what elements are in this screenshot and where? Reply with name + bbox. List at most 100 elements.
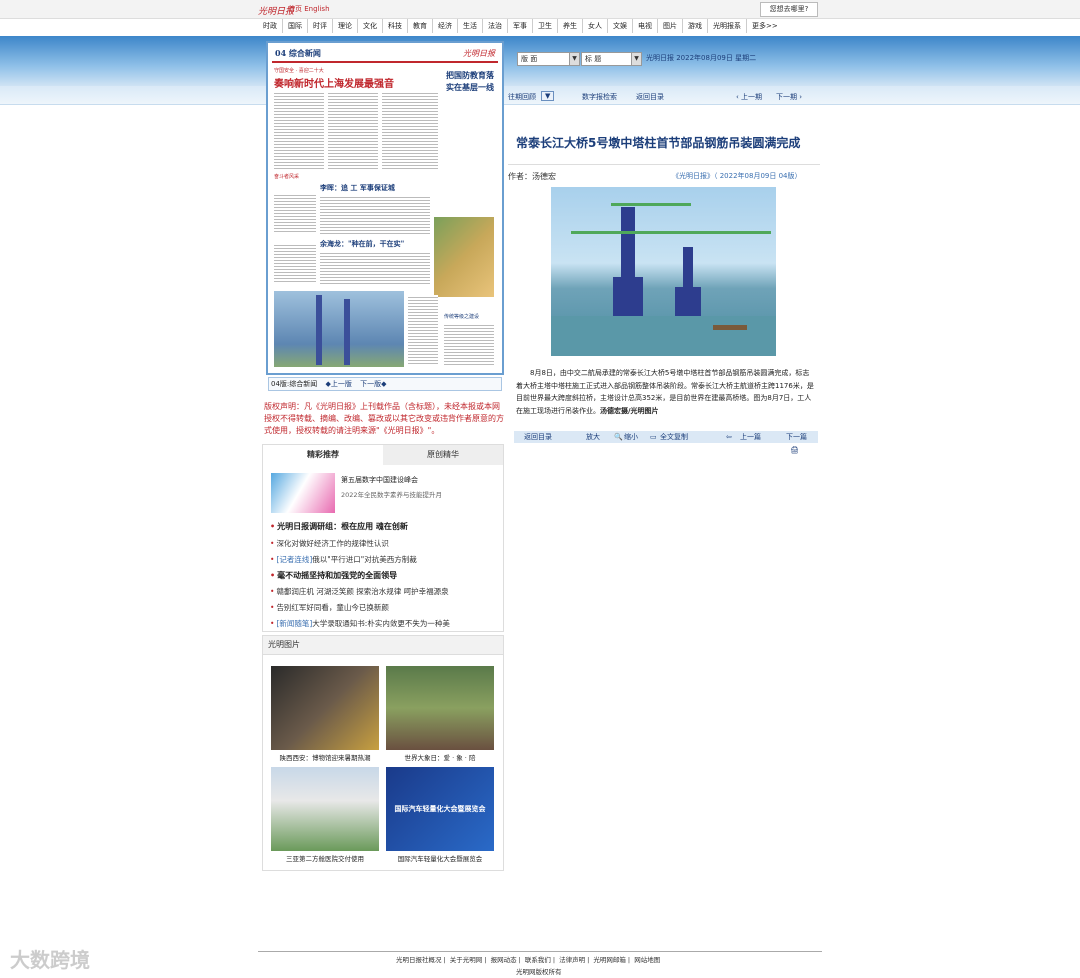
list-item-tag[interactable]: [新闻随笔] <box>276 619 312 628</box>
nav-item[interactable]: 军事 <box>508 19 533 33</box>
list-item-tag[interactable]: [记者连线] <box>276 555 312 564</box>
title-select-value: 标 题 <box>585 55 602 63</box>
photo-thumbnail[interactable]: 国际汽车轻量化大会暨展览会 <box>386 767 494 851</box>
newspaper-masthead: 04 综合新闻 光明日报 <box>272 47 498 63</box>
promo-subtitle: 2022年全民数字素养与技能提升月 <box>341 491 443 499</box>
nav-item[interactable]: 卫生 <box>533 19 558 33</box>
photo-caption[interactable]: 陕西西安：博物馆迎来暑期热潮 <box>271 752 379 762</box>
list-item[interactable]: • [新闻随笔]大学录取通知书:朴实内敛更不失为一种美 <box>270 618 450 629</box>
next-issue-link[interactable]: 下一期 › <box>776 92 802 102</box>
nav-item[interactable]: 时评 <box>308 19 333 33</box>
newspaper-headline-2[interactable]: 李晖：追 工 军事保证城 <box>320 183 395 193</box>
newspaper-page-image[interactable]: 04 综合新闻 光明日报 守国安全 · 喜迎二十大 奏响新时代上海发展最强音 把… <box>266 41 504 375</box>
list-item[interactable]: • 深化对做好经济工作的规律性认识 <box>270 538 389 549</box>
article-body-text: 8月8日，由中交二航局承建的常泰长江大桥5号墩中塔柱首节部品钢筋吊装圆满完成，标… <box>516 369 814 415</box>
top-bar: 光明日报 首页 English 您想去哪里? <box>0 0 1080 19</box>
nav-item[interactable]: 文娱 <box>608 19 633 33</box>
divider <box>508 164 820 165</box>
tab-recommended[interactable]: 精彩推荐 <box>263 445 383 465</box>
back-to-index-button[interactable]: 返回目录 <box>524 431 552 443</box>
issue-info: 光明日报 2022年08月09日 星期二 <box>646 54 757 62</box>
nav-item[interactable]: 女人 <box>583 19 608 33</box>
bullet-icon: • <box>270 539 275 548</box>
title-select[interactable]: 标 题 ▼ <box>581 52 642 66</box>
newspaper-photo-bridge <box>274 291 404 367</box>
link-home[interactable]: 首页 <box>288 5 302 13</box>
promo-title[interactable]: 第五届数字中国建设峰会 <box>341 475 418 485</box>
newspaper-section: 04 综合新闻 <box>275 48 321 58</box>
tab-bar: 精彩推荐 原创精华 <box>263 445 503 465</box>
nav-item[interactable]: 游戏 <box>683 19 708 33</box>
copy-button[interactable]: 全文复制 <box>660 431 688 443</box>
where-button[interactable]: 您想去哪里? <box>760 2 818 17</box>
footer-link[interactable]: 网站地图 <box>634 956 660 964</box>
nav-item[interactable]: 电视 <box>633 19 658 33</box>
link-english[interactable]: English <box>304 5 329 13</box>
photo-caption[interactable]: 国际汽车轻量化大会暨展览会 <box>386 853 494 863</box>
promo-image[interactable] <box>271 473 335 513</box>
page-label: 04版:综合新闻 <box>271 380 318 388</box>
prev-article-button[interactable]: 上一篇 <box>740 431 761 443</box>
newspaper-headline-3[interactable]: 余海龙："种在前，干在实" <box>320 239 404 249</box>
copyright-notice: 版权声明：凡《光明日报》上刊载作品（含标题），未经本报或本网授权不得转载、摘编、… <box>264 402 504 435</box>
photo-caption[interactable]: 世界大象日：爱 · 象 · 陪 <box>386 752 494 762</box>
photo-thumbnail[interactable] <box>271 767 379 851</box>
text-column <box>382 91 438 171</box>
list-item[interactable]: • 光明日报调研组：根在应用 魂在创新 <box>270 521 408 532</box>
footer-divider <box>258 951 822 952</box>
nav-item[interactable]: 文化 <box>358 19 383 33</box>
shrink-button[interactable]: 缩小 <box>624 431 638 443</box>
list-item[interactable]: • 毫不动摇坚持和加强党的全面领导 <box>270 570 397 581</box>
list-item[interactable]: • [记者连线]俄以"平行进口"对抗美西方制裁 <box>270 554 417 565</box>
nav-item[interactable]: 国际 <box>283 19 308 33</box>
footer-link[interactable]: 光明网邮箱 <box>593 956 626 964</box>
bullet-icon: • <box>270 587 275 596</box>
nav-item[interactable]: 更多>> <box>747 19 783 33</box>
nav-item[interactable]: 科技 <box>383 19 408 33</box>
nav-item[interactable]: 法治 <box>483 19 508 33</box>
main-nav: 时政 国际 时评 理论 文化 科技 教育 经济 生活 法治 军事 卫生 养生 女… <box>258 19 822 33</box>
next-page-link[interactable]: 下一版◆ <box>360 380 386 388</box>
digital-search-link[interactable]: 数字报检索 <box>582 92 617 102</box>
footer-link[interactable]: 联系我们 <box>525 956 551 964</box>
list-item-text: 大学录取通知书:朴实内敛更不失为一种美 <box>312 619 450 628</box>
nav-item[interactable]: 生活 <box>458 19 483 33</box>
back-to-index-link[interactable]: 返回目录 <box>636 92 664 102</box>
enlarge-button[interactable]: 放大 <box>586 431 600 443</box>
page-select[interactable]: 版 面 ▼ <box>517 52 580 66</box>
footer-link[interactable]: 关于光明网 <box>450 956 483 964</box>
poster-text: 国际汽车轻量化大会暨展览会 <box>394 805 486 813</box>
past-issues-link[interactable]: 往期回顾 <box>508 92 536 102</box>
photo-panel: 光明图片 陕西西安：博物馆迎来暑期热潮 世界大象日：爱 · 象 · 陪 三亚第二… <box>262 635 504 871</box>
newspaper-side-headline[interactable]: 把国防教育落实在基层一线 <box>446 69 494 93</box>
list-item-text: 深化对做好经济工作的规律性认识 <box>276 539 389 548</box>
prev-page-link[interactable]: ◆上一版 <box>326 380 352 388</box>
nav-item[interactable]: 经济 <box>433 19 458 33</box>
newspaper-headline[interactable]: 奏响新时代上海发展最强音 <box>274 75 394 90</box>
nav-item[interactable]: 养生 <box>558 19 583 33</box>
photo-thumbnail[interactable] <box>386 666 494 750</box>
past-issues-dropdown[interactable]: ▼ <box>541 91 555 101</box>
prev-issue-link[interactable]: ‹ 上一期 <box>736 92 762 102</box>
photo-caption[interactable]: 三亚第二方舱医院交付使用 <box>271 853 379 863</box>
nav-item[interactable]: 光明报系 <box>708 19 747 33</box>
nav-item[interactable]: 时政 <box>258 19 283 33</box>
photo-thumbnail[interactable] <box>271 666 379 750</box>
tab-original[interactable]: 原创精华 <box>383 445 503 465</box>
text-column <box>408 295 438 365</box>
crane-jib <box>571 231 771 234</box>
list-item[interactable]: • 赣鄱润庄机 河湖泛笑颜 探索治水规律 呵护幸福源泉 <box>270 586 449 597</box>
next-article-button[interactable]: 下一篇 <box>786 431 807 443</box>
nav-item[interactable]: 理论 <box>333 19 358 33</box>
list-item-text: 毫不动摇坚持和加强党的全面领导 <box>277 571 398 580</box>
article-author: 作者：汤德宏 <box>508 172 556 181</box>
print-icon[interactable]: 🖨 <box>790 446 799 454</box>
barge <box>713 325 747 330</box>
footer-link[interactable]: 报网动态 <box>491 956 517 964</box>
footer-link[interactable]: 光明日报社概况 <box>396 956 442 964</box>
text-column <box>274 91 324 171</box>
nav-item[interactable]: 教育 <box>408 19 433 33</box>
nav-item[interactable]: 图片 <box>658 19 683 33</box>
footer-link[interactable]: 法律声明 <box>559 956 585 964</box>
list-item[interactable]: • 告别红军好同看，童山今已换新颜 <box>270 602 389 613</box>
